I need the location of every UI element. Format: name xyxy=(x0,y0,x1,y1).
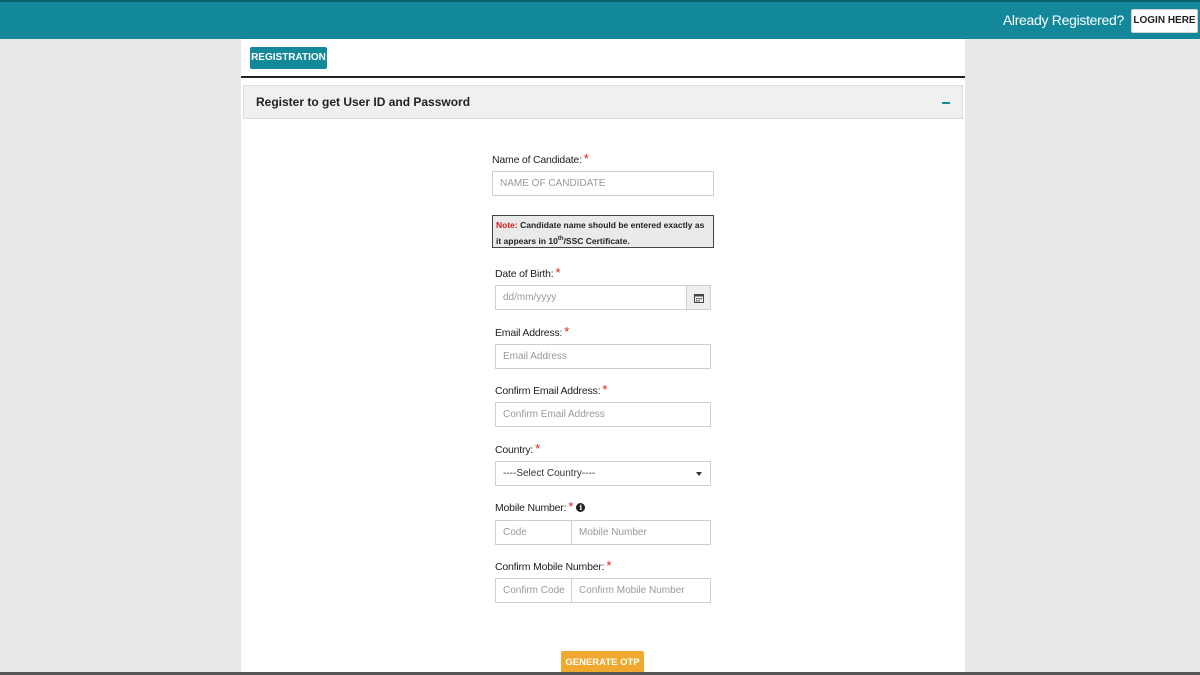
mobile-label-text: Mobile Number: xyxy=(495,502,567,514)
collapse-icon[interactable] xyxy=(942,102,950,104)
tab-registration[interactable]: REGISTRATION xyxy=(250,47,327,69)
country-select[interactable]: ----Select Country---- xyxy=(495,461,711,486)
confirm-email-input[interactable]: Confirm Email Address xyxy=(495,402,711,427)
email-label: Email Address: * xyxy=(495,324,569,339)
dob-label: Date of Birth: * xyxy=(495,265,561,280)
already-registered-text: Already Registered? xyxy=(1002,12,1124,28)
confirm-mobile-label-text: Confirm Mobile Number: xyxy=(495,561,605,573)
tab-divider xyxy=(241,76,965,78)
registration-panel: REGISTRATION Register to get User ID and… xyxy=(241,39,965,675)
section-header[interactable]: Register to get User ID and Password xyxy=(243,85,963,119)
login-here-button[interactable]: LOGIN HERE xyxy=(1131,9,1198,33)
required-marker: * xyxy=(583,151,589,166)
country-selected-value: ----Select Country---- xyxy=(503,468,596,479)
required-marker: * xyxy=(564,324,570,339)
confirm-email-label-text: Confirm Email Address: xyxy=(495,385,601,397)
required-marker: * xyxy=(602,382,608,397)
candidate-name-input[interactable]: NAME OF CANDIDATE xyxy=(492,171,714,196)
required-marker: * xyxy=(535,441,540,456)
note-prefix: Note: xyxy=(496,220,518,230)
required-marker: * xyxy=(606,558,612,573)
top-header: Already Registered? LOGIN HERE xyxy=(0,0,1200,39)
confirm-email-label: Confirm Email Address: * xyxy=(495,382,607,397)
info-icon[interactable]: i xyxy=(576,503,586,512)
section-title: Register to get User ID and Password xyxy=(256,95,471,109)
note-text-b: /SSC Certificate. xyxy=(563,235,630,246)
email-input[interactable]: Email Address xyxy=(495,344,711,369)
calendar-button[interactable] xyxy=(686,285,711,310)
name-note: Note: Candidate name should be entered e… xyxy=(492,215,714,248)
confirm-mobile-number-input[interactable]: Confirm Mobile Number xyxy=(571,578,711,603)
confirm-mobile-label: Confirm Mobile Number: * xyxy=(495,558,611,573)
required-marker: * xyxy=(555,265,561,280)
dob-label-text: Date of Birth: xyxy=(495,268,554,280)
mobile-label: Mobile Number: * i xyxy=(495,499,586,514)
name-label: Name of Candidate: * xyxy=(492,151,589,166)
name-label-text: Name of Candidate: xyxy=(492,154,582,166)
required-marker: * xyxy=(568,499,574,514)
mobile-code-input[interactable]: Code xyxy=(495,520,572,545)
confirm-code-input[interactable]: Confirm Code xyxy=(495,578,572,603)
country-label-text: Country: xyxy=(495,444,534,456)
mobile-number-input[interactable]: Mobile Number xyxy=(571,520,711,545)
calendar-icon xyxy=(694,294,704,303)
chevron-down-icon xyxy=(696,472,702,476)
email-label-text: Email Address: xyxy=(495,327,563,339)
country-label: Country: * xyxy=(495,441,540,456)
dob-input[interactable]: dd/mm/yyyy xyxy=(495,285,687,310)
